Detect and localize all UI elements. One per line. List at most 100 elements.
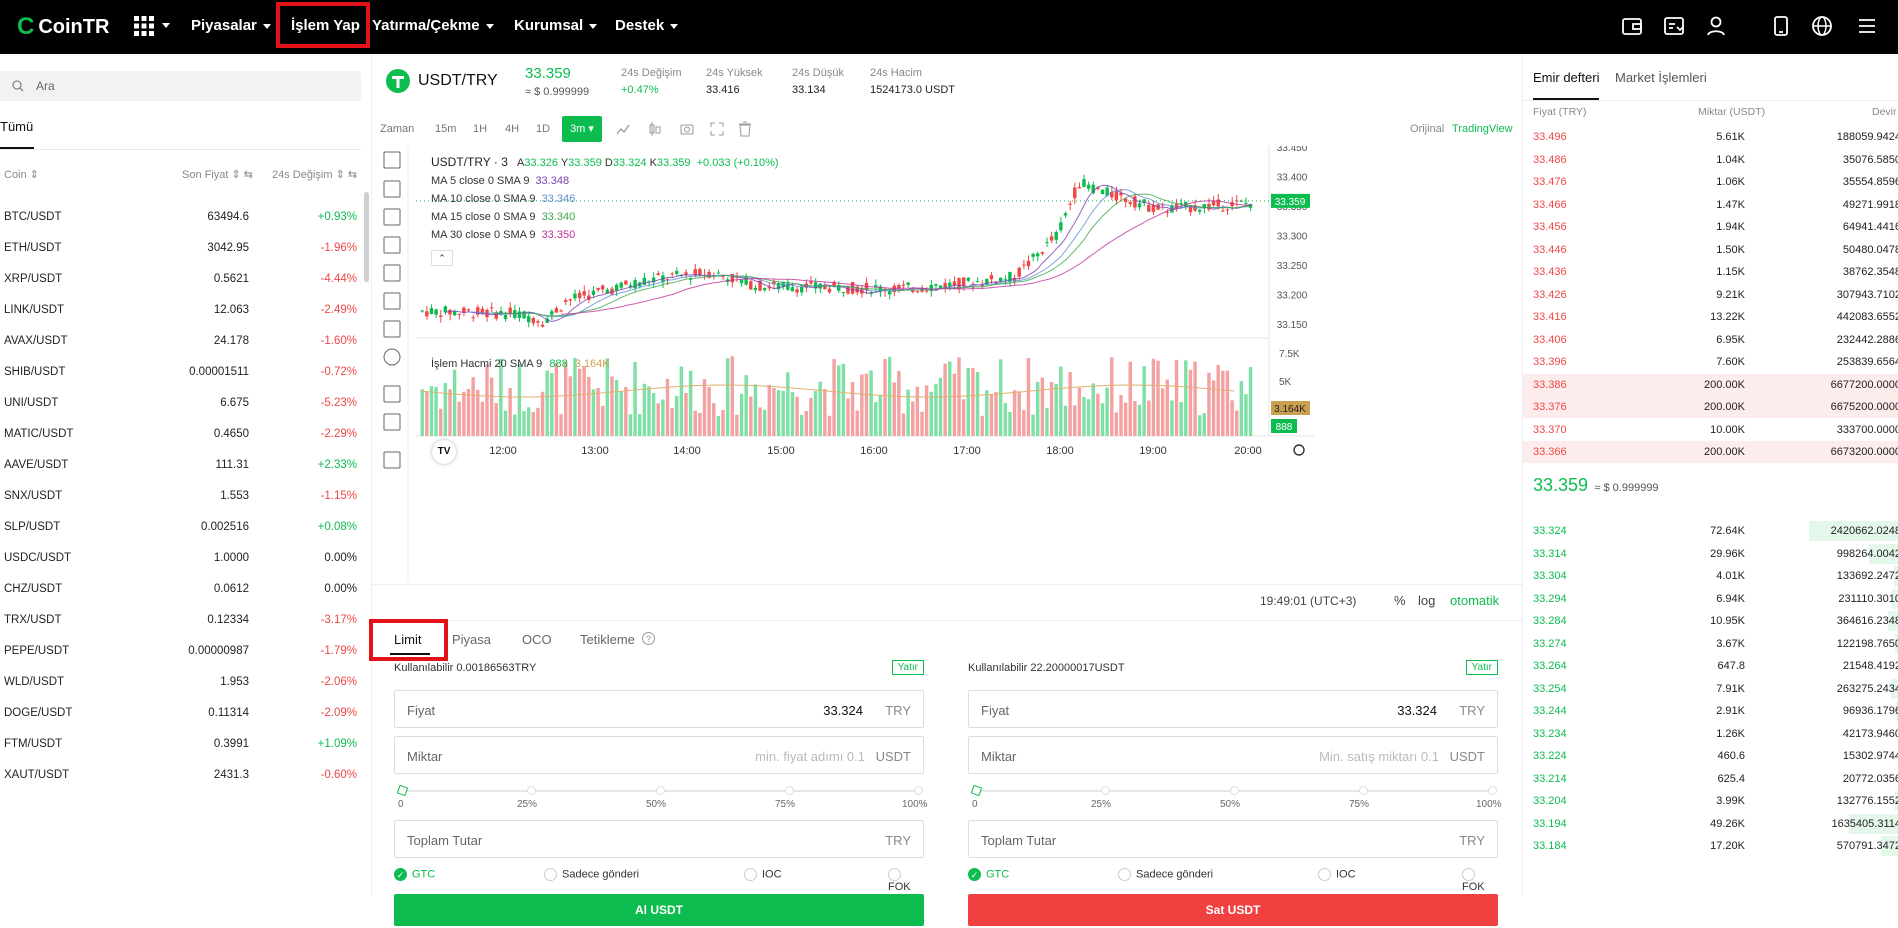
candle-type-icon[interactable] <box>648 122 662 136</box>
text-tool-icon[interactable] <box>383 264 401 282</box>
buy-price-field[interactable]: Fiyat 33.324 TRY <box>394 690 924 728</box>
ask-row[interactable]: 33.496 5.61K 188059.9424 <box>1523 126 1898 148</box>
wallet-icon[interactable] <box>1621 15 1643 37</box>
bid-row[interactable]: 33.314 29.96K 998264.0042 <box>1523 543 1898 565</box>
tab-all[interactable]: Tümü <box>0 119 33 134</box>
bid-row[interactable]: 33.294 6.94K 231110.3010 <box>1523 588 1898 610</box>
nav-deposit-withdraw[interactable]: Yatırma/Çekme <box>372 17 494 34</box>
bid-row[interactable]: 33.284 10.95K 364616.2348 <box>1523 610 1898 632</box>
ask-row[interactable]: 33.416 13.22K 442083.6552 <box>1523 306 1898 328</box>
brand-logo[interactable]: C CoinTR <box>17 13 109 41</box>
pattern-icon[interactable] <box>383 292 401 310</box>
ask-row[interactable]: 33.366 200.00K 6673200.0000 <box>1523 441 1898 463</box>
sell-slider[interactable]: 0 25% 50% 75% 100% <box>968 784 1502 815</box>
log-scale-toggle[interactable]: log <box>1418 593 1435 608</box>
sell-price-field[interactable]: Fiyat 33.324 TRY <box>968 690 1498 728</box>
ask-row[interactable]: 33.370 10.00K 333700.0000 <box>1523 419 1898 441</box>
bid-row[interactable]: 33.274 3.67K 122198.7650 <box>1523 633 1898 655</box>
zoom-in-icon[interactable] <box>383 413 401 431</box>
collapse-legend-button[interactable]: ⌃ <box>431 250 453 266</box>
tab-trigger[interactable]: Tetikleme <box>580 632 635 647</box>
help-icon[interactable]: ? <box>642 632 655 645</box>
bid-row[interactable]: 33.244 2.91K 96936.1796 <box>1523 700 1898 722</box>
market-list-scrollbar[interactable] <box>364 192 369 282</box>
tif-option-sadece-gönderi[interactable]: Sadece gönderi <box>1118 868 1213 881</box>
delete-drawings-icon[interactable] <box>738 121 752 137</box>
sell-button[interactable]: Sat USDT <box>968 894 1498 926</box>
screenshot-icon[interactable] <box>680 122 694 136</box>
crosshair-icon[interactable] <box>383 151 401 169</box>
tab-market-trades[interactable]: Market İşlemleri <box>1615 70 1707 85</box>
slider-stop[interactable] <box>914 786 923 795</box>
ask-row[interactable]: 33.456 1.94K 64941.4416 <box>1523 216 1898 238</box>
sell-quantity-field[interactable]: Miktar Min. satış miktarı 0.1 USDT <box>968 736 1498 774</box>
bid-row[interactable]: 33.324 72.64K 2420662.0248 <box>1523 520 1898 542</box>
ask-row[interactable]: 33.396 7.60K 253839.6564 <box>1523 351 1898 373</box>
orders-icon[interactable] <box>1663 15 1685 37</box>
emoji-icon[interactable] <box>383 348 401 366</box>
forecast-icon[interactable] <box>383 320 401 338</box>
buy-deposit-button[interactable]: Yatır <box>891 660 924 675</box>
col-change-header[interactable]: 24s Değişim ⇕ ⇆ <box>272 168 357 181</box>
buy-quantity-field[interactable]: Miktar min. fiyat adımı 0.1 USDT <box>394 736 924 774</box>
nav-markets[interactable]: Piyasalar <box>191 17 271 34</box>
interval-3m-button[interactable]: 3m ▾ <box>562 116 602 142</box>
market-row[interactable]: XAUT/USDT 2431.3 -0.60% <box>0 769 361 806</box>
ask-row[interactable]: 33.406 6.95K 232442.2886 <box>1523 329 1898 351</box>
slider-stop[interactable] <box>656 786 665 795</box>
ask-row[interactable]: 33.436 1.15K 38762.3548 <box>1523 261 1898 283</box>
slider-stop[interactable] <box>785 786 794 795</box>
mobile-app-icon[interactable] <box>1770 15 1792 37</box>
auto-scale-toggle[interactable]: otomatik <box>1450 593 1499 608</box>
sell-price-value[interactable]: 33.324 <box>1397 703 1437 718</box>
tif-option-gtc[interactable]: ✓ GTC <box>394 868 435 881</box>
bid-row[interactable]: 33.224 460.6 15302.9744 <box>1523 745 1898 767</box>
buy-slider[interactable]: 0 25% 50% 75% 100% <box>394 784 928 815</box>
bid-row[interactable]: 33.304 4.01K 133692.2472 <box>1523 565 1898 587</box>
price-chart[interactable]: 33.450 33.400 33.350 33.300 33.250 33.200 33.1… <box>372 143 1522 580</box>
sell-total-field[interactable]: Toplam Tutar TRY <box>968 820 1498 858</box>
user-icon[interactable] <box>1705 15 1727 37</box>
nav-support[interactable]: Destek <box>615 17 679 34</box>
view-tradingview[interactable]: TradingView <box>1452 123 1513 135</box>
tif-option-fok[interactable]: FOK <box>888 868 924 893</box>
tif-option-sadece-gönderi[interactable]: Sadece gönderi <box>544 868 639 881</box>
ask-row[interactable]: 33.466 1.47K 49271.9918 <box>1523 194 1898 216</box>
bid-row[interactable]: 33.264 647.8 21548.4192 <box>1523 655 1898 677</box>
slider-stop[interactable] <box>396 784 409 797</box>
slider-stop[interactable] <box>1359 786 1368 795</box>
menu-icon[interactable] <box>1856 15 1878 37</box>
tif-option-fok[interactable]: FOK <box>1462 868 1498 893</box>
apps-caret-icon[interactable] <box>162 23 170 28</box>
fullscreen-icon[interactable] <box>710 122 724 136</box>
slider-stop[interactable] <box>1101 786 1110 795</box>
tif-option-ioc[interactable]: IOC <box>1318 868 1356 881</box>
pair-name[interactable]: USDT/TRY <box>418 72 498 90</box>
ask-row[interactable]: 33.426 9.21K 307943.7102 <box>1523 284 1898 306</box>
bid-row[interactable]: 33.184 17.20K 570791.3472 <box>1523 835 1898 857</box>
bid-row[interactable]: 33.254 7.91K 263275.2434 <box>1523 678 1898 700</box>
interval-button[interactable]: 4H <box>505 123 519 135</box>
percent-scale-toggle[interactable]: % <box>1394 593 1406 608</box>
buy-total-field[interactable]: Toplam Tutar TRY <box>394 820 924 858</box>
brush-icon[interactable] <box>383 236 401 254</box>
apps-grid-icon[interactable] <box>133 15 155 37</box>
tif-option-gtc[interactable]: ✓ GTC <box>968 868 1009 881</box>
bid-row[interactable]: 33.234 1.26K 42173.9460 <box>1523 723 1898 745</box>
slider-stop[interactable] <box>1230 786 1239 795</box>
buy-price-value[interactable]: 33.324 <box>823 703 863 718</box>
col-price-header[interactable]: Son Fiyat ⇕ ⇆ <box>182 168 253 181</box>
interval-button[interactable]: 15m <box>435 123 456 135</box>
tab-order-book[interactable]: Emir defteri <box>1533 70 1599 85</box>
sell-deposit-button[interactable]: Yatır <box>1465 660 1498 675</box>
buy-button[interactable]: Al USDT <box>394 894 924 926</box>
tab-market[interactable]: Piyasa <box>452 632 491 647</box>
interval-button[interactable]: 1D <box>536 123 550 135</box>
bid-row[interactable]: 33.194 49.26K 1635405.3114 <box>1523 813 1898 835</box>
language-globe-icon[interactable] <box>1811 15 1833 37</box>
tif-option-ioc[interactable]: IOC <box>744 868 782 881</box>
search-box[interactable]: Ara <box>0 71 361 101</box>
trend-line-icon[interactable] <box>383 180 401 198</box>
ask-row[interactable]: 33.446 1.50K 50480.0478 <box>1523 239 1898 261</box>
search-input[interactable]: Ara <box>36 79 55 93</box>
